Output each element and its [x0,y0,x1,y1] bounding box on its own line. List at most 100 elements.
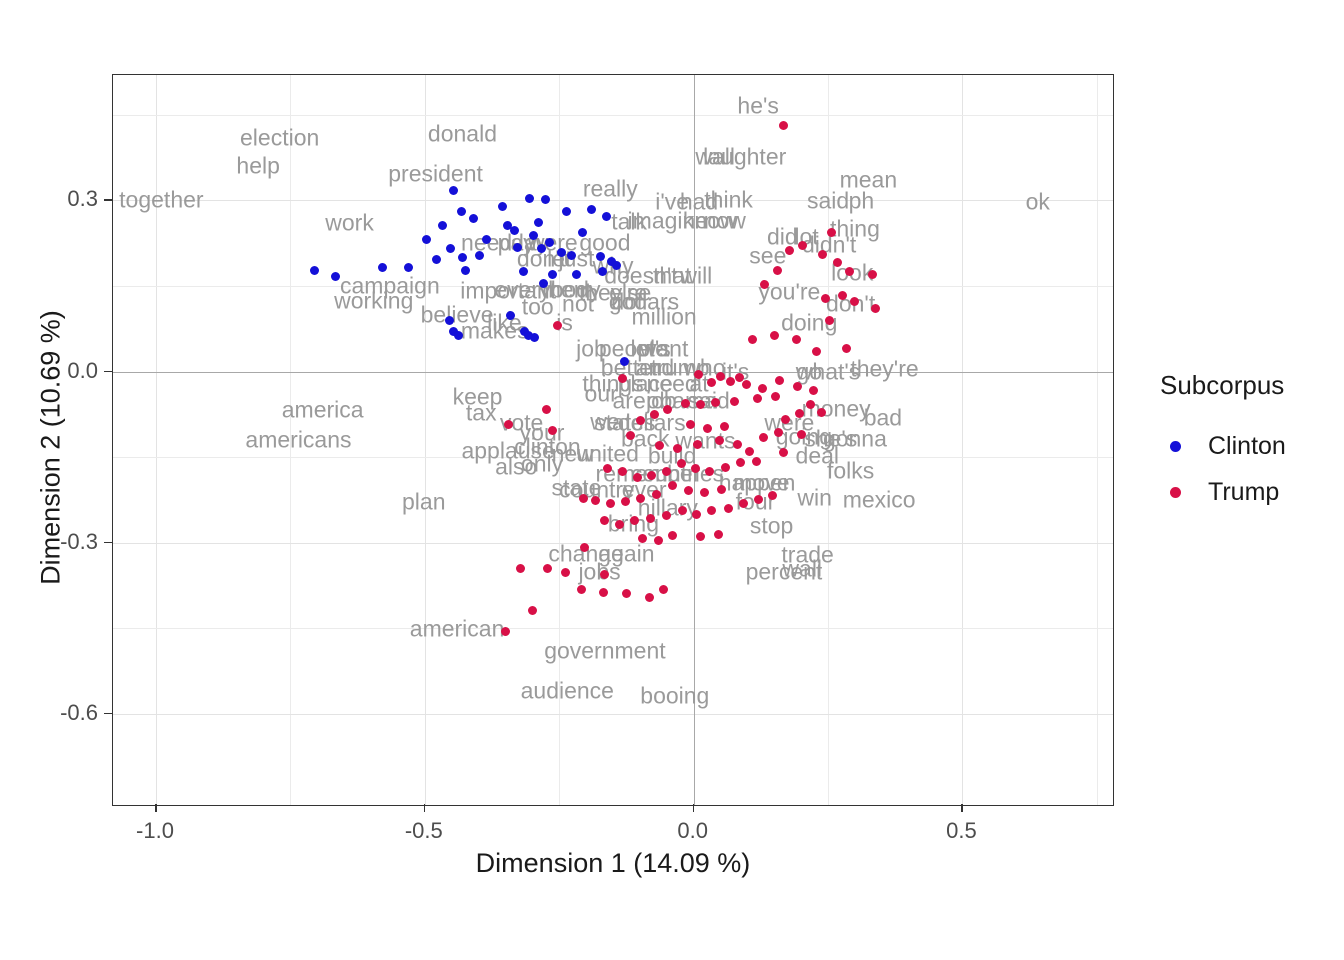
data-point-trump [667,531,677,541]
y-tick-label: 0.3 [67,186,98,212]
data-point-trump [811,346,821,356]
data-point-trump [770,391,780,401]
data-point-trump [678,505,688,515]
data-point-trump [503,420,513,430]
data-point-trump [552,320,562,330]
word-label: makes [460,317,529,343]
data-point-trump [757,384,767,394]
data-point-clinton [533,217,543,227]
x-tick-mark [423,804,426,812]
data-point-trump [683,485,693,495]
data-point-trump [759,432,769,442]
data-point-trump [622,589,632,599]
word-label: only [520,450,564,477]
data-point-clinton [482,234,492,244]
legend-item-trump[interactable]: Trump [1160,469,1340,515]
data-point-trump [775,375,785,385]
data-point-clinton [530,332,539,342]
chart-root: election donald he's help laughter wall presid… [0,0,1344,960]
data-point-trump [680,399,690,408]
data-point-trump [651,489,661,499]
x-tick-mark [692,804,695,812]
y-tick-mark [104,541,112,544]
data-point-trump [808,386,818,396]
data-point-clinton [437,221,447,231]
word-label: work [325,209,374,236]
word-label: tax [465,399,497,426]
data-point-trump [699,487,709,497]
word-label: go [796,358,823,385]
data-point-trump [825,315,835,325]
word-label: working [334,287,414,314]
data-point-clinton [541,194,551,204]
data-point-trump [707,378,717,388]
data-point-trump [774,427,784,437]
x-tick-label: -0.5 [404,818,443,843]
data-point-trump [730,396,739,406]
data-point-trump [561,568,571,578]
data-point-clinton [566,251,576,261]
data-point-trump [527,606,537,616]
data-point-trump [837,291,847,301]
legend: Subcorpus Clinton Trump [1160,370,1340,515]
data-point-clinton [601,211,611,221]
data-point-trump [707,506,717,516]
data-point-clinton [536,243,546,253]
word-label: will [680,262,713,289]
word-label: ok [1025,188,1050,215]
data-point-trump [725,377,735,387]
word-label: win [797,484,832,511]
data-point-trump [578,493,588,503]
word-label: booing [640,682,710,708]
data-point-clinton [528,230,538,240]
data-point-trump [654,535,664,545]
legend-items: Clinton Trump [1160,423,1340,515]
data-point-trump [734,372,744,382]
data-point-trump [621,497,631,507]
data-point-trump [723,503,733,513]
data-point-trump [636,415,646,425]
word-label: he's [737,92,779,119]
data-point-trump [605,499,615,509]
gridline-horizontal-minor [113,628,1113,630]
data-point-clinton [505,310,515,320]
word-label: stop [749,512,794,539]
data-point-trump [717,484,727,494]
word-label: wall [695,143,735,170]
plot-panel: election donald he's help laughter wall presid… [112,74,1114,806]
data-point-trump [797,241,807,251]
data-point-trump [748,334,758,344]
data-point-trump [870,304,880,314]
word-label: government [544,637,666,664]
data-point-trump [598,588,608,598]
word-label: together [119,186,204,213]
legend-dot-icon [1160,477,1190,507]
data-point-clinton [453,331,463,341]
x-tick-label: -1.0 [136,818,174,843]
data-point-trump [516,563,526,573]
data-point-trump [736,458,746,468]
legend-item-clinton[interactable]: Clinton [1160,423,1340,469]
data-point-trump [693,369,703,379]
data-point-clinton [448,185,458,195]
data-point-clinton [595,251,605,261]
data-point-trump [752,394,762,404]
data-point-trump [733,440,743,450]
data-point-trump [769,331,779,341]
gridline-horizontal-minor [113,114,1113,116]
data-point-trump [590,495,600,505]
data-point-trump [716,371,726,381]
data-point-trump [713,530,723,540]
data-point-trump [833,257,843,267]
data-point-trump [667,481,677,491]
word-label: folks [826,457,875,484]
gridline-vertical-minor [1096,75,1098,805]
word-label: they're [850,355,919,382]
data-point-clinton [597,267,607,277]
data-point-clinton [446,244,456,254]
data-point-clinton [444,315,454,325]
legend-label: Trump [1208,477,1280,506]
word-label: said [806,187,850,214]
data-point-clinton [525,194,535,204]
data-point-clinton [461,266,471,276]
